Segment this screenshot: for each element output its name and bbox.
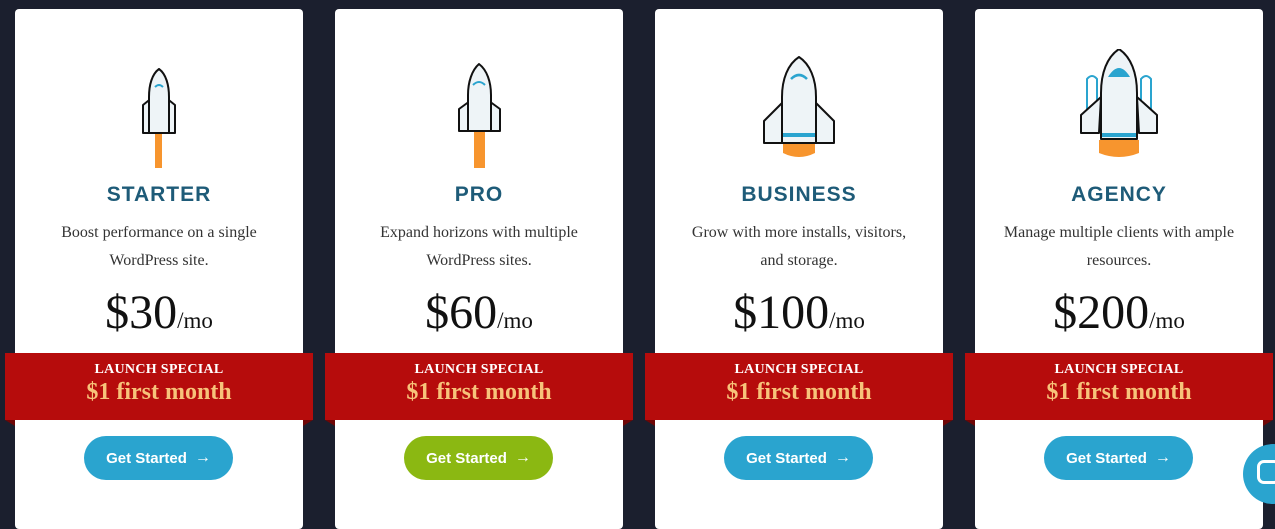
plan-price: $30/mo — [15, 285, 303, 340]
ribbon-label: LAUNCH SPECIAL — [414, 362, 544, 377]
plan-name: STARTER — [106, 183, 212, 206]
price-period: /mo — [177, 308, 213, 333]
launch-special-ribbon: LAUNCH SPECIAL $1 first month — [5, 353, 313, 426]
plan-price: $200/mo — [975, 285, 1263, 340]
rocket-small-icon — [15, 49, 303, 179]
ribbon-offer: $1 first month — [86, 379, 232, 405]
chat-icon — [1257, 460, 1275, 484]
ribbon-label: LAUNCH SPECIAL — [1054, 362, 1184, 377]
price-period: /mo — [1149, 308, 1185, 333]
plan-name: PRO — [454, 183, 504, 206]
launch-special-ribbon: LAUNCH SPECIAL $1 first month — [965, 353, 1273, 426]
get-started-button[interactable]: Get Started → — [404, 436, 553, 480]
ribbon-offer: $1 first month — [1046, 379, 1192, 405]
ribbon-label: LAUNCH SPECIAL — [94, 362, 224, 377]
plan-description: Expand horizons with multiple WordPress … — [380, 224, 578, 269]
get-started-button[interactable]: Get Started → — [724, 436, 873, 480]
arrow-right-icon: → — [194, 449, 211, 466]
ribbon-offer: $1 first month — [406, 379, 552, 405]
ribbon-offer: $1 first month — [726, 379, 872, 405]
plan-card-starter: STARTER Boost performance on a single Wo… — [5, 9, 313, 529]
plan-name: BUSINESS — [741, 183, 857, 206]
rocket-large-icon — [655, 49, 943, 179]
button-label: Get Started — [1066, 449, 1147, 467]
price-amount: $200 — [1053, 286, 1150, 339]
rocket-boosters-icon — [975, 49, 1263, 179]
launch-special-ribbon: LAUNCH SPECIAL $1 first month — [325, 353, 633, 426]
plan-card-business: BUSINESS Grow with more installs, visito… — [645, 9, 953, 529]
plan-price: $60/mo — [335, 285, 623, 340]
get-started-button[interactable]: Get Started → — [1044, 436, 1193, 480]
plan-description: Boost performance on a single WordPress … — [61, 224, 257, 269]
launch-special-ribbon: LAUNCH SPECIAL $1 first month — [645, 353, 953, 426]
button-label: Get Started — [746, 449, 827, 467]
arrow-right-icon: → — [1154, 449, 1171, 466]
ribbon-label: LAUNCH SPECIAL — [734, 362, 864, 377]
button-label: Get Started — [106, 449, 187, 467]
arrow-right-icon: → — [834, 449, 851, 466]
rocket-medium-icon — [335, 49, 623, 179]
price-amount: $100 — [733, 286, 830, 339]
plan-description: Grow with more installs, visitors, and s… — [691, 224, 907, 269]
price-period: /mo — [497, 308, 533, 333]
arrow-right-icon: → — [514, 449, 531, 466]
plan-description: Manage multiple clients with ample resou… — [1003, 224, 1235, 269]
plan-card-pro: PRO Expand horizons with multiple WordPr… — [325, 9, 633, 529]
plan-card-agency: AGENCY Manage multiple clients with ampl… — [965, 9, 1273, 529]
get-started-button[interactable]: Get Started → — [84, 436, 233, 480]
button-label: Get Started — [426, 449, 507, 467]
price-period: /mo — [829, 308, 865, 333]
plan-name: AGENCY — [1071, 183, 1167, 206]
price-amount: $30 — [105, 286, 178, 339]
plan-price: $100/mo — [655, 285, 943, 340]
price-amount: $60 — [425, 286, 498, 339]
